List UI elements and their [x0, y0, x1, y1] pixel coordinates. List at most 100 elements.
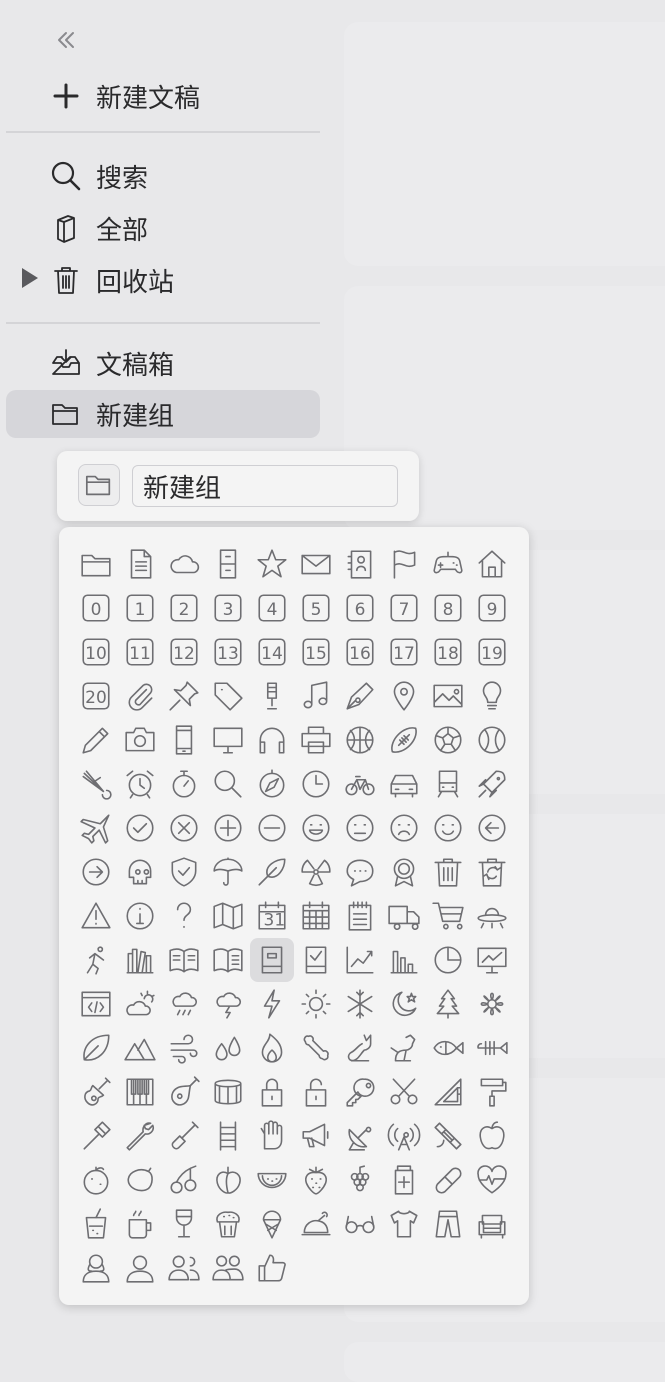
sofa-icon[interactable] — [470, 1202, 514, 1246]
axe-icon[interactable] — [74, 1114, 118, 1158]
muffin-icon[interactable] — [206, 1202, 250, 1246]
heartbeat-icon[interactable] — [470, 1158, 514, 1202]
headphones-icon[interactable] — [250, 718, 294, 762]
pin-icon[interactable] — [162, 674, 206, 718]
calendar-31-icon[interactable]: 31 — [250, 894, 294, 938]
drink-icon[interactable] — [74, 1202, 118, 1246]
tag-icon[interactable] — [206, 674, 250, 718]
flower-icon[interactable] — [470, 982, 514, 1026]
monitor-icon[interactable] — [206, 718, 250, 762]
airplane-icon[interactable] — [74, 806, 118, 850]
set-square-icon[interactable] — [426, 1070, 470, 1114]
question-icon[interactable] — [162, 894, 206, 938]
photo-icon[interactable] — [426, 674, 470, 718]
glove-icon[interactable] — [250, 1114, 294, 1158]
plus-circle-icon[interactable] — [206, 806, 250, 850]
shovel-icon[interactable] — [162, 1114, 206, 1158]
number-7-icon[interactable]: 7 — [382, 586, 426, 630]
notepad-icon[interactable] — [338, 894, 382, 938]
tshirt-icon[interactable] — [382, 1202, 426, 1246]
soccer-ball-icon[interactable] — [426, 718, 470, 762]
microphone-icon[interactable] — [250, 674, 294, 718]
tennis-ball-icon[interactable] — [470, 718, 514, 762]
sad-face-icon[interactable] — [382, 806, 426, 850]
drum-icon[interactable] — [206, 1070, 250, 1114]
piano-icon[interactable] — [118, 1070, 162, 1114]
pie-chart-icon[interactable] — [426, 938, 470, 982]
rain-cloud-icon[interactable] — [162, 982, 206, 1026]
key-icon[interactable] — [338, 1070, 382, 1114]
group-icon[interactable] — [206, 1246, 250, 1290]
fish-bone-icon[interactable] — [470, 1026, 514, 1070]
leaf-icon[interactable] — [74, 1026, 118, 1070]
compass-icon[interactable] — [250, 762, 294, 806]
shield-check-icon[interactable] — [162, 850, 206, 894]
number-14-icon[interactable]: 14 — [250, 630, 294, 674]
award-icon[interactable] — [382, 850, 426, 894]
check-circle-icon[interactable] — [118, 806, 162, 850]
number-17-icon[interactable]: 17 — [382, 630, 426, 674]
contacts-icon[interactable] — [338, 542, 382, 586]
ladder-icon[interactable] — [206, 1114, 250, 1158]
recycle-bin-icon[interactable] — [470, 850, 514, 894]
smile-face-icon[interactable] — [426, 806, 470, 850]
megaphone-icon[interactable] — [294, 1114, 338, 1158]
open-book-alt-icon[interactable] — [206, 938, 250, 982]
gamepad-icon[interactable] — [426, 542, 470, 586]
number-15-icon[interactable]: 15 — [294, 630, 338, 674]
info-icon[interactable] — [118, 894, 162, 938]
number-12-icon[interactable]: 12 — [162, 630, 206, 674]
magnifier-icon[interactable] — [206, 762, 250, 806]
wind-icon[interactable] — [162, 1026, 206, 1070]
orange-icon[interactable] — [74, 1158, 118, 1202]
strawberry-icon[interactable] — [294, 1158, 338, 1202]
clock-icon[interactable] — [294, 762, 338, 806]
stopwatch-icon[interactable] — [162, 762, 206, 806]
water-drops-icon[interactable] — [206, 1026, 250, 1070]
runner-icon[interactable] — [74, 938, 118, 982]
number-19-icon[interactable]: 19 — [470, 630, 514, 674]
storm-cloud-icon[interactable] — [206, 982, 250, 1026]
watermelon-icon[interactable] — [250, 1158, 294, 1202]
number-5-icon[interactable]: 5 — [294, 586, 338, 630]
snowflake-icon[interactable] — [338, 982, 382, 1026]
sidebar-item-inbox[interactable]: 文稿箱 — [6, 339, 320, 387]
roast-chicken-icon[interactable] — [294, 1202, 338, 1246]
car-icon[interactable] — [382, 762, 426, 806]
lock-icon[interactable] — [250, 1070, 294, 1114]
bicycle-icon[interactable] — [338, 762, 382, 806]
pen-nib-icon[interactable] — [338, 674, 382, 718]
phone-icon[interactable] — [162, 718, 206, 762]
books-icon[interactable] — [118, 938, 162, 982]
basketball-icon[interactable] — [338, 718, 382, 762]
collapse-sidebar-icon[interactable] — [52, 26, 80, 54]
satellite-icon[interactable] — [426, 1114, 470, 1158]
calendar-grid-icon[interactable] — [294, 894, 338, 938]
ufo-icon[interactable] — [470, 894, 514, 938]
dog-icon[interactable] — [382, 1026, 426, 1070]
flag-icon[interactable] — [382, 542, 426, 586]
music-note-icon[interactable] — [294, 674, 338, 718]
cherries-icon[interactable] — [162, 1158, 206, 1202]
star-icon[interactable] — [250, 542, 294, 586]
moon-star-icon[interactable] — [382, 982, 426, 1026]
partly-cloudy-icon[interactable] — [118, 982, 162, 1026]
wine-glass-icon[interactable] — [162, 1202, 206, 1246]
radiation-icon[interactable] — [294, 850, 338, 894]
paperclip-icon[interactable] — [118, 674, 162, 718]
pants-icon[interactable] — [426, 1202, 470, 1246]
number-20-icon[interactable]: 20 — [74, 674, 118, 718]
mail-icon[interactable] — [294, 542, 338, 586]
football-icon[interactable] — [382, 718, 426, 762]
paint-roller-icon[interactable] — [470, 1070, 514, 1114]
number-11-icon[interactable]: 11 — [118, 630, 162, 674]
antenna-icon[interactable] — [382, 1114, 426, 1158]
printer-icon[interactable] — [294, 718, 338, 762]
map-pin-icon[interactable] — [382, 674, 426, 718]
camera-icon[interactable] — [118, 718, 162, 762]
folder-icon[interactable] — [74, 542, 118, 586]
skull-icon[interactable] — [118, 850, 162, 894]
number-2-icon[interactable]: 2 — [162, 586, 206, 630]
number-10-icon[interactable]: 10 — [74, 630, 118, 674]
lightbulb-icon[interactable] — [470, 674, 514, 718]
